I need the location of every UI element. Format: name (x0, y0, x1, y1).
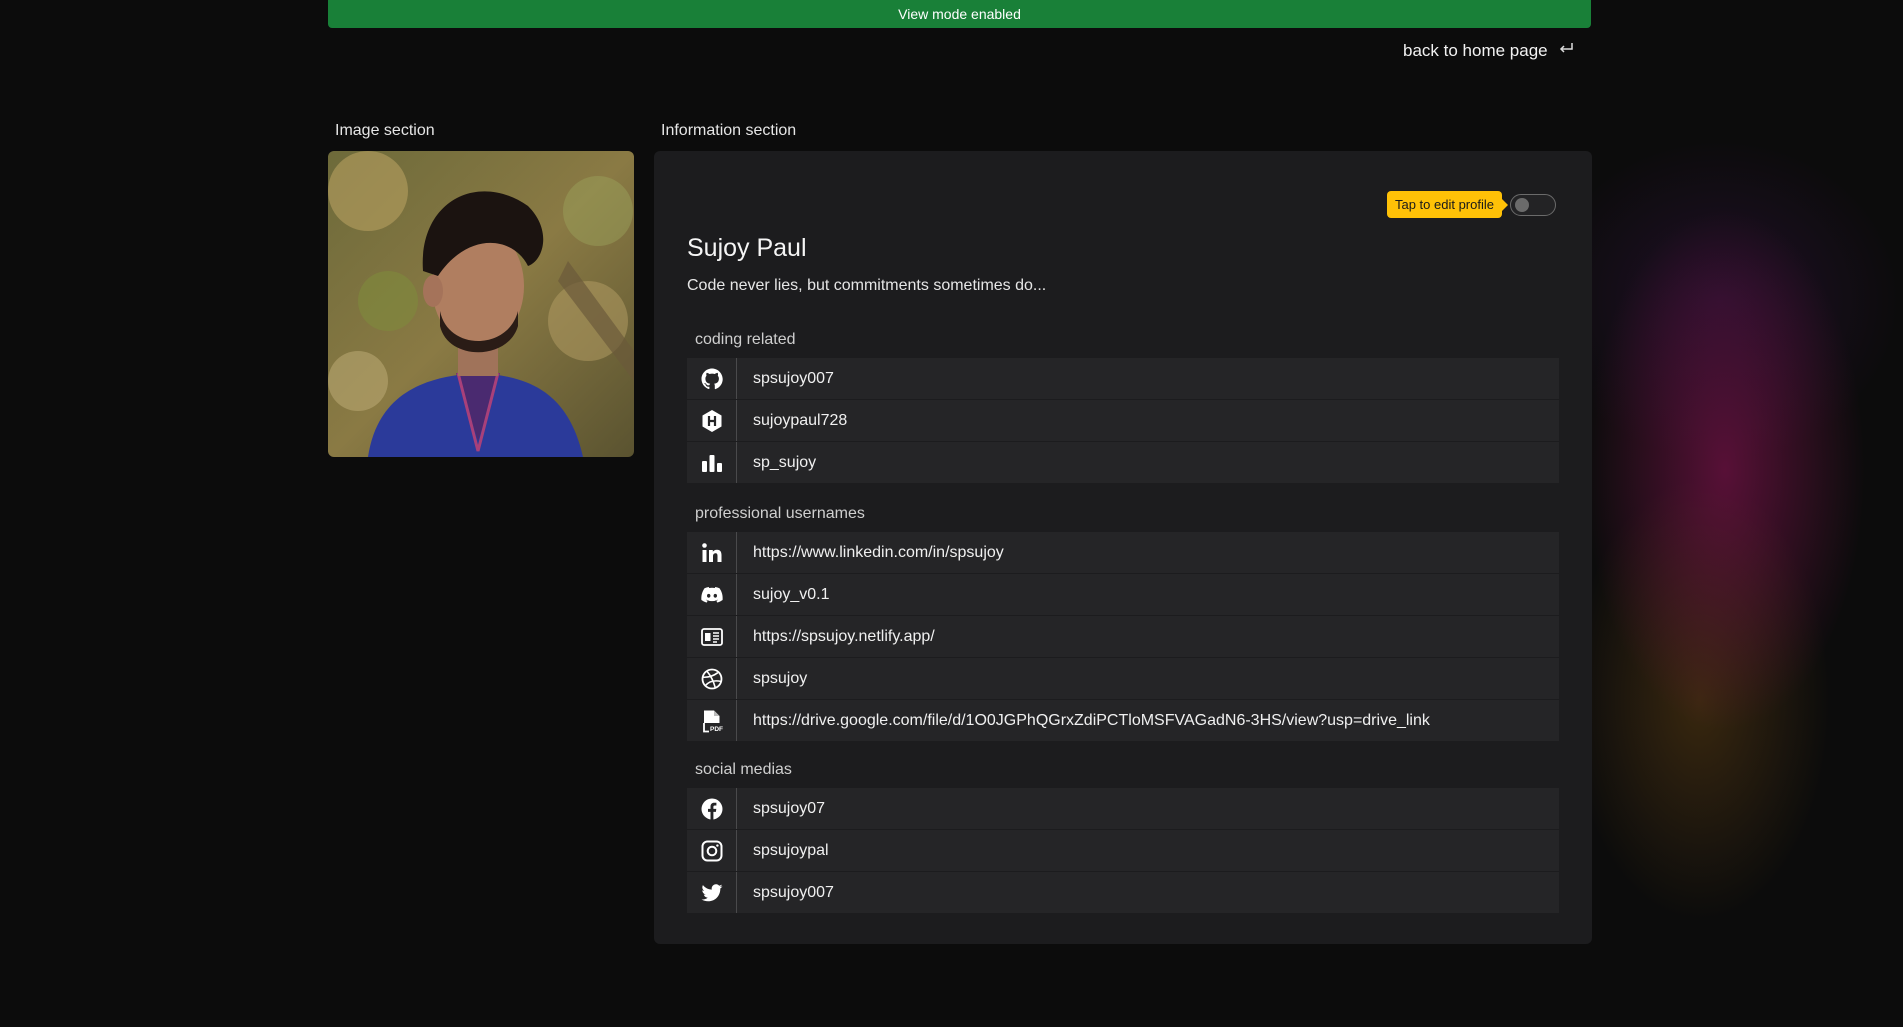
list-item[interactable]: PDF https://drive.google.com/file/d/1O0J… (687, 700, 1559, 741)
twitter-icon (687, 872, 737, 913)
list-item[interactable]: sujoy_v0.1 (687, 574, 1559, 615)
row-value: sujoypaul728 (753, 411, 848, 429)
toggle-knob (1515, 197, 1529, 212)
github-icon (687, 358, 737, 399)
codeforces-icon (687, 442, 737, 483)
list-item[interactable]: spsujoy007 (687, 872, 1559, 913)
pdf-file-icon: PDF (687, 700, 737, 741)
edit-profile-control: Tap to edit profile (1386, 191, 1556, 218)
row-value: sp_sujoy (753, 453, 817, 471)
profile-name: Sujoy Paul (687, 234, 807, 262)
row-value: sujoy_v0.1 (753, 585, 830, 603)
view-mode-banner: View mode enabled (328, 0, 1591, 28)
list-item[interactable]: spsujoy07 (687, 788, 1559, 829)
row-value: spsujoy007 (753, 883, 834, 901)
row-value: spsujoy07 (753, 799, 826, 817)
group-title-social: social medias (695, 761, 792, 778)
edit-profile-toggle[interactable] (1510, 193, 1556, 216)
portfolio-icon (687, 616, 737, 657)
row-value: https://drive.google.com/file/d/1O0JGPhQ… (753, 711, 1430, 729)
profile-bio: Code never lies, but commitments sometim… (687, 277, 1047, 294)
list-item[interactable]: spsujoy (687, 658, 1559, 699)
group-professional-usernames: https://www.linkedin.com/in/spsujoy sujo… (687, 532, 1559, 742)
list-item[interactable]: sujoypaul728 (687, 400, 1559, 441)
list-item[interactable]: spsujoypal (687, 830, 1559, 871)
svg-text:PDF: PDF (710, 726, 723, 733)
list-item[interactable]: sp_sujoy (687, 442, 1559, 483)
list-item[interactable]: spsujoy007 (687, 358, 1559, 399)
row-value: spsujoy007 (753, 369, 834, 387)
facebook-icon (687, 788, 737, 829)
list-item[interactable]: https://spsujoy.netlify.app/ (687, 616, 1559, 657)
row-value: spsujoy (753, 669, 808, 687)
linkedin-icon (687, 532, 737, 573)
group-title-professional: professional usernames (695, 505, 865, 522)
view-mode-text: View mode enabled (898, 6, 1021, 22)
image-section-title: Image section (335, 122, 435, 139)
row-value: https://www.linkedin.com/in/spsujoy (753, 543, 1004, 561)
back-link-label: back to home page (1403, 40, 1548, 60)
group-coding-related: spsujoy007 sujoypaul728 sp_sujoy (687, 358, 1559, 484)
row-value: https://spsujoy.netlify.app/ (753, 627, 935, 645)
hackerrank-icon (687, 400, 737, 441)
instagram-icon (687, 830, 737, 871)
back-to-home-link[interactable]: back to home page (1403, 40, 1574, 61)
return-arrow-icon (1558, 40, 1574, 61)
profile-photo (328, 151, 634, 457)
information-section-title: Information section (661, 122, 797, 139)
edit-profile-tooltip: Tap to edit profile (1386, 191, 1509, 218)
group-title-coding: coding related (695, 331, 796, 348)
group-social-medias: spsujoy07 spsujoypal spsujoy007 (687, 788, 1559, 914)
list-item[interactable]: https://www.linkedin.com/in/spsujoy (687, 532, 1559, 573)
dribbble-icon (687, 658, 737, 699)
discord-icon (687, 574, 737, 615)
information-card: Tap to edit profile Sujoy Paul Code neve… (654, 151, 1592, 944)
row-value: spsujoypal (753, 841, 829, 859)
